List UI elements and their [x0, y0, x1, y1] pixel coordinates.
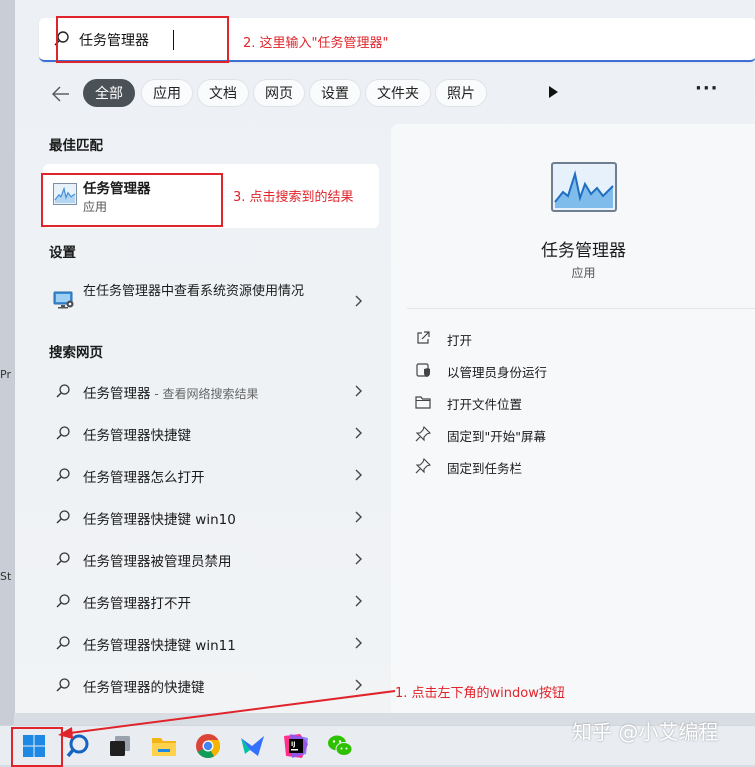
search-icon[interactable]	[64, 732, 92, 760]
detail-pane: 任务管理器 应用 打开 以管理员身份运行 打开文件位置 固定到"开始"屏幕 固定…	[391, 124, 755, 713]
annotation-step1: 1. 点击左下角的window按钮	[395, 686, 565, 701]
action-open[interactable]: 打开	[415, 326, 755, 350]
shield-admin-icon	[415, 362, 431, 378]
annotation-box-search	[56, 16, 229, 63]
web-result-query: 任务管理器快捷键 win11	[83, 638, 236, 654]
filter-tabs: 全部 应用 文档 网页 设置 文件夹 照片 ···	[39, 78, 755, 108]
web-result-query: 任务管理器打不开	[83, 596, 191, 612]
wechat-icon[interactable]	[326, 732, 354, 760]
web-result-row[interactable]: 任务管理器 - 查看网络搜索结果	[43, 370, 379, 410]
web-result-row[interactable]: 任务管理器快捷键	[43, 412, 379, 452]
web-result-text: 任务管理器快捷键	[83, 424, 191, 444]
web-result-text: 任务管理器 - 查看网络搜索结果	[83, 382, 258, 402]
detail-app-type: 应用	[571, 266, 596, 280]
more-options-icon[interactable]: ···	[695, 78, 719, 99]
web-result-query: 任务管理器	[83, 386, 151, 402]
action-run-as-admin[interactable]: 以管理员身份运行	[415, 358, 755, 382]
web-result-row[interactable]: 任务管理器怎么打开	[43, 454, 379, 494]
web-result-text: 任务管理器快捷键 win10	[83, 508, 236, 528]
monitor-settings-icon	[53, 290, 75, 310]
annotation-step3: 3. 点击搜索到的结果	[233, 190, 354, 205]
feishu-icon[interactable]	[238, 732, 266, 760]
action-label: 固定到任务栏	[447, 461, 523, 476]
chevron-right-icon	[353, 425, 363, 439]
jetbrains-icon[interactable]: IJ	[282, 732, 310, 760]
desktop-label-fragment: St	[0, 570, 12, 583]
action-open-file-location[interactable]: 打开文件位置	[415, 390, 755, 414]
file-explorer-icon[interactable]	[150, 732, 178, 760]
folder-icon	[415, 394, 431, 410]
web-result-text: 任务管理器快捷键 win11	[83, 634, 236, 654]
section-web-search: 搜索网页	[49, 345, 103, 361]
task-manager-icon	[551, 162, 617, 212]
chevron-right-icon	[353, 467, 363, 481]
detail-app-name: 任务管理器	[541, 241, 626, 261]
tab-settings[interactable]: 设置	[309, 79, 361, 107]
chevron-right-icon	[353, 635, 363, 649]
settings-result-label: 在任务管理器中查看系统资源使用情况	[83, 284, 305, 299]
tab-photos[interactable]: 照片	[435, 79, 487, 107]
chevron-right-icon	[353, 677, 363, 691]
action-label: 以管理员身份运行	[447, 365, 548, 380]
task-view-icon[interactable]	[106, 732, 134, 760]
search-icon	[55, 677, 71, 693]
web-result-text: 任务管理器被管理员禁用	[83, 550, 232, 570]
section-best-match: 最佳匹配	[49, 138, 103, 154]
search-icon	[55, 593, 71, 609]
search-icon	[55, 635, 71, 651]
annotation-box-start	[11, 727, 63, 767]
web-result-text: 任务管理器怎么打开	[83, 466, 205, 486]
section-settings: 设置	[49, 245, 76, 261]
action-pin-to-start[interactable]: 固定到"开始"屏幕	[415, 422, 755, 446]
settings-result[interactable]: 在任务管理器中查看系统资源使用情况	[43, 276, 379, 326]
web-result-query: 任务管理器的快捷键	[83, 680, 205, 696]
annotation-step2: 2. 这里输入"任务管理器"	[243, 36, 389, 51]
search-panel: 全部 应用 文档 网页 设置 文件夹 照片 ··· 最佳匹配 任务管理器 应用 …	[14, 0, 755, 713]
chrome-icon[interactable]	[194, 732, 222, 760]
pin-icon	[415, 425, 432, 442]
web-result-row[interactable]: 任务管理器被管理员禁用	[43, 538, 379, 578]
web-result-row[interactable]: 任务管理器打不开	[43, 580, 379, 620]
chevron-right-icon	[353, 383, 363, 397]
web-result-row[interactable]: 任务管理器快捷键 win11	[43, 622, 379, 662]
tab-documents[interactable]: 文档	[197, 79, 249, 107]
search-icon	[55, 509, 71, 525]
play-icon[interactable]	[547, 84, 559, 103]
desktop-label-fragment: Pr	[0, 368, 11, 381]
web-result-row[interactable]: 任务管理器快捷键 win10	[43, 496, 379, 536]
desktop-background: Pr St	[0, 0, 14, 725]
search-icon	[55, 383, 71, 399]
chevron-right-icon	[353, 593, 363, 607]
chevron-right-icon	[353, 509, 363, 523]
divider	[407, 308, 755, 309]
action-label: 打开	[447, 333, 473, 348]
tab-web[interactable]: 网页	[253, 79, 305, 107]
annotation-box-result	[41, 173, 223, 227]
web-result-query: 任务管理器快捷键	[83, 428, 191, 444]
search-icon	[55, 551, 71, 567]
action-label: 固定到"开始"屏幕	[447, 429, 546, 444]
tab-folders[interactable]: 文件夹	[365, 79, 431, 107]
web-result-row[interactable]: 任务管理器的快捷键	[43, 664, 379, 704]
web-result-query: 任务管理器被管理员禁用	[83, 554, 232, 570]
chevron-right-icon	[353, 293, 363, 307]
search-icon	[55, 467, 71, 483]
watermark: 知乎 @小艾编程	[572, 720, 719, 744]
search-icon	[55, 425, 71, 441]
web-result-text: 任务管理器打不开	[83, 592, 191, 612]
back-arrow-icon[interactable]	[49, 82, 73, 106]
web-result-suffix: - 查看网络搜索结果	[150, 387, 259, 401]
tab-apps[interactable]: 应用	[141, 79, 193, 107]
web-result-query: 任务管理器快捷键 win10	[83, 512, 236, 528]
pin-icon	[415, 457, 432, 474]
open-external-icon	[415, 330, 431, 346]
svg-text:IJ: IJ	[291, 741, 295, 748]
web-result-query: 任务管理器怎么打开	[83, 470, 205, 486]
tab-all[interactable]: 全部	[83, 79, 135, 107]
action-pin-to-taskbar[interactable]: 固定到任务栏	[415, 454, 755, 478]
chevron-right-icon	[353, 551, 363, 565]
action-label: 打开文件位置	[447, 397, 523, 412]
web-result-text: 任务管理器的快捷键	[83, 676, 205, 696]
